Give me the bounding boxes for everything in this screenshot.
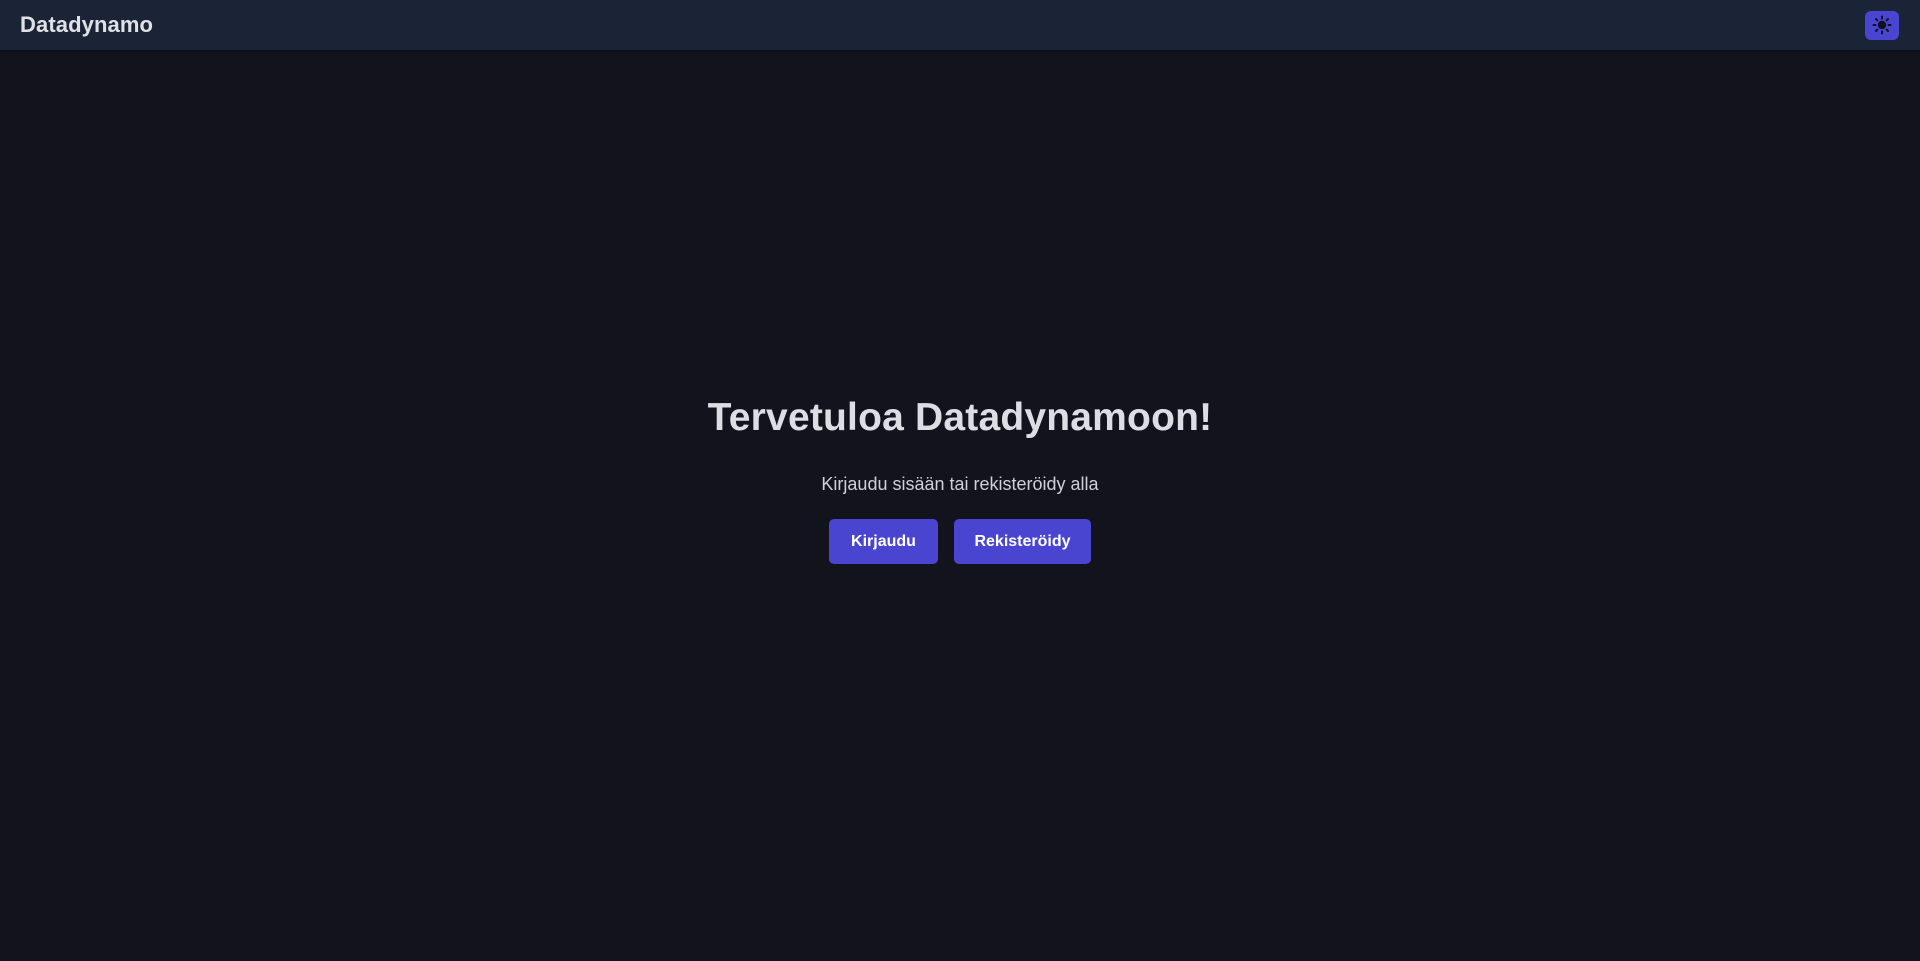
page-title: Tervetuloa Datadynamoon! <box>707 396 1213 439</box>
brand-logo-text[interactable]: Datadynamo <box>20 12 153 38</box>
sun-icon <box>1872 15 1892 35</box>
theme-toggle-button[interactable] <box>1865 10 1899 40</box>
login-button[interactable]: Kirjaudu <box>829 519 938 564</box>
top-navbar: Datadynamo <box>0 0 1920 50</box>
register-button[interactable]: Rekisteröidy <box>954 519 1091 564</box>
page-subtitle: Kirjaudu sisään tai rekisteröidy alla <box>821 474 1099 494</box>
auth-buttons: Kirjaudu Rekisteröidy <box>0 519 1920 564</box>
